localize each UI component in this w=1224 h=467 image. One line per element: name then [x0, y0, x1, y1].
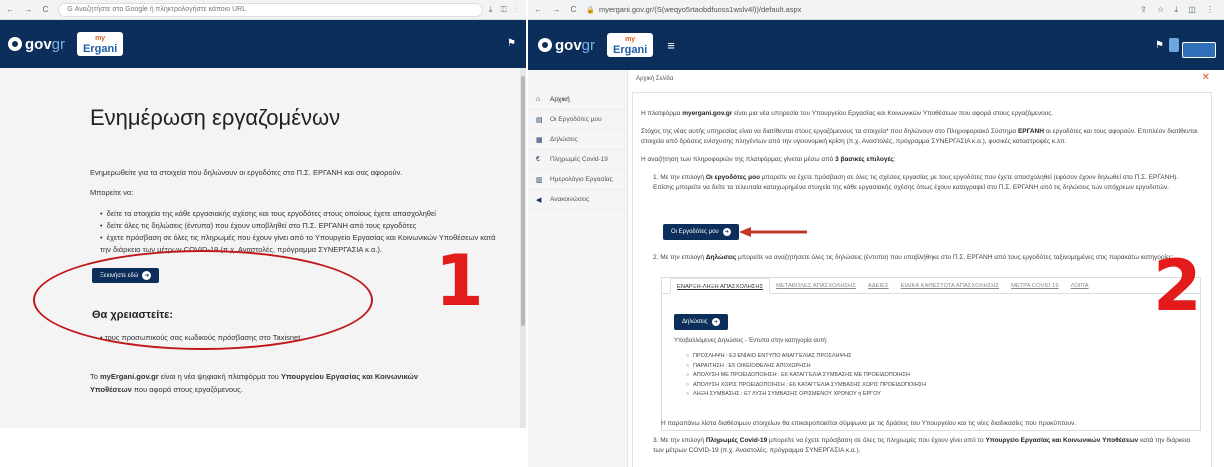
megaphone-icon: ◀ [536, 196, 542, 204]
breadcrumb[interactable]: Αρχική Σελίδα [636, 76, 673, 82]
declarations-button[interactable]: Δηλώσεις ➜ [674, 314, 728, 330]
user-menu-button[interactable] [1182, 42, 1216, 58]
govgr-logo[interactable]: gov gr [538, 37, 595, 54]
annotation-number-2: 2 [1153, 245, 1202, 327]
list-item: δείτε τα στοιχεία της κάθε εργασιακής σχ… [100, 208, 500, 220]
user-icon[interactable] [1169, 38, 1179, 52]
tab-leaves[interactable]: ΑΔΕΙΕΣ [862, 278, 895, 293]
browser-actions[interactable]: ⇪ ☆ ⤓ ◫ ⋮ [1140, 5, 1218, 15]
browser-actions[interactable]: ⤓ ◫ ⋮ [489, 5, 520, 15]
option3-text: 3. Με την επιλογή Πληρωμές Covid-19 μπορ… [653, 437, 1191, 454]
annotation-ellipse [33, 250, 373, 350]
scrollbar-thumb[interactable] [521, 76, 525, 326]
sidebar-item-home[interactable]: ⌂ Αρχική [528, 90, 627, 110]
arrow-right-icon: ➜ [711, 318, 720, 326]
option1-text: 1. Με την επιλογή Οι εργοδότες μου μπορε… [653, 174, 1179, 191]
tab-other[interactable]: ΛΟΙΠΑ [1065, 278, 1095, 293]
sidebar-item-work-calendar[interactable]: ▥ Ημερολόγιο Εργασίας [528, 170, 627, 190]
site-header: gov gr my Ergani ⚑ [0, 20, 526, 68]
can-label: Μπορείτε να: [90, 188, 134, 197]
myergani-logo[interactable]: my Ergani [77, 32, 124, 56]
list-item: ΛΗΞΗ ΣΥΜΒΑΣΗΣ : Ε7 ΛΥΣΗ ΣΥΜΒΑΣΗΣ ΟΡΙΣΜΕΝ… [686, 390, 926, 400]
flag-icon[interactable]: ⚑ [1155, 40, 1164, 51]
sidebar: ⌂ Αρχική ▤ Οι Εργοδότες μου ▦ Δηλώσεις € Πλη… [528, 70, 628, 467]
list-item: ΠΡΟΣΛΗΨΗ : Ε3 ΕΝΙΑΙΟ ΕΝΤΥΠΟ ΑΝΑΓΓΕΛΙΑΣ Π… [686, 352, 926, 362]
flag-icon[interactable]: ⚑ [507, 38, 516, 49]
address-bar[interactable]: G Αναζητήστε στο Google ή πληκτρολογήστε… [58, 2, 483, 17]
briefcase-icon: ▤ [536, 116, 543, 124]
right-screenshot: ← → C 🔒 myergani.gov.gr/(S(weqyo5rtaobdf… [528, 0, 1224, 467]
site-header: gov gr my Ergani ≡ ⚑ [528, 20, 1224, 70]
left-screenshot: ← → C G Αναζητήστε στο Google ή πληκτρολ… [0, 0, 526, 467]
list-item: ΑΠΟΛΥΣΗ ΜΕ ΠΡΟΕΙΔΟΠΟΙΗΣΗ : Ε6 ΚΑΤΑΓΓΕΛΙΑ… [686, 371, 926, 381]
govgr-emblem-icon [538, 38, 552, 52]
intro-text: Η πλατφόρμα myergani.gov.gr είναι μια νέ… [641, 110, 1054, 117]
home-icon: ⌂ [536, 96, 541, 103]
page-title: Ενημέρωση εργαζομένων [90, 105, 341, 130]
annotation-number-1: 1 [435, 240, 484, 322]
tab-start-end-employment[interactable]: ΕΝΑΡΞΗ-ΛΗΞΗ ΑΠΑΣΧΟΛΗΣΗΣ [670, 278, 771, 294]
tab-bar: ΕΝΑΡΞΗ-ΛΗΞΗ ΑΠΑΣΧΟΛΗΣΗΣ ΜΕΤΑΒΟΛΕΣ ΑΠΑΣΧΟ… [662, 278, 1200, 294]
footer-description: Το myErgani.gov.gr είναι η νέα ψηφιακή π… [90, 372, 419, 394]
govgr-logo[interactable]: gov gr [8, 36, 65, 53]
document-icon: ▦ [536, 136, 543, 144]
browser-toolbar: ← → C G Αναζητήστε στο Google ή πληκτρολ… [0, 0, 526, 20]
list-item: ΠΑΡΑΙΤΗΣΗ : Ε5 ΟΙΚΕΙΟΘΕΛΗΣ ΑΠΟΧΩΡΗΣΗ [686, 362, 926, 372]
lock-icon: 🔒 [586, 6, 595, 14]
browser-nav-icons[interactable]: ← → C [6, 5, 52, 14]
list-item: δείτε όλες τις δηλώσεις (έντυπα) που έχο… [100, 220, 500, 232]
tab-special-employment[interactable]: ΕΙΔΙΚΑ ΚΑΘΕΣΤΩΤΑ ΑΠΑΣΧΟΛΗΣΗΣ [895, 278, 1005, 293]
hamburger-menu-icon[interactable]: ≡ [667, 38, 675, 53]
main-content: Η πλατφόρμα myergani.gov.gr είναι μια νέ… [632, 92, 1212, 467]
purpose-text: Στόχος της νέας αυτής υπηρεσίας είναι να… [641, 128, 1198, 145]
calendar-icon: ▥ [536, 176, 543, 184]
list-item: ΑΠΟΛΥΣΗ ΧΩΡΙΣ ΠΡΟΕΙΔΟΠΟΙΗΣΗ : Ε6 ΚΑΤΑΓΓΕ… [686, 381, 926, 391]
option2-text: 2. Με την επιλογή Δηλώσεις μπορείτε να α… [653, 254, 1174, 261]
sidebar-item-declarations[interactable]: ▦ Δηλώσεις [528, 130, 627, 150]
euro-icon: € [536, 156, 540, 163]
my-employers-button[interactable]: Οι Εργοδότες μου ➜ [663, 224, 739, 240]
annotation-arrow [739, 227, 807, 237]
browser-nav-icons[interactable]: ← → C [534, 5, 580, 14]
address-bar[interactable]: myergani.gov.gr/(S(weqyo5rtaobdfuoss1wsl… [599, 5, 1140, 14]
declarations-tabs-panel: ΕΝΑΡΞΗ-ΛΗΞΗ ΑΠΑΣΧΟΛΗΣΗΣ ΜΕΤΑΒΟΛΕΣ ΑΠΑΣΧΟ… [661, 277, 1201, 431]
sidebar-item-covid-payments[interactable]: € Πληρωμές Covid-19 [528, 150, 627, 170]
tab-employment-changes[interactable]: ΜΕΤΑΒΟΛΕΣ ΑΠΑΣΧΟΛΗΣΗΣ [770, 278, 862, 293]
browser-toolbar: ← → C 🔒 myergani.gov.gr/(S(weqyo5rtaobdf… [528, 0, 1224, 20]
arrow-right-icon: ➜ [722, 228, 731, 236]
close-icon[interactable]: ✕ [1202, 72, 1210, 83]
govgr-emblem-icon [8, 37, 22, 51]
submitted-forms-label: Υποβαλλόμενες Δηλώσεις - Έντυπα στην κατ… [674, 338, 828, 344]
search-text: Η αναζήτηση των πληροφοριών της πλατφόρμ… [641, 156, 896, 163]
list-note: Η παραπάνω λίστα διαθέσιμων στοιχείων θα… [661, 420, 1077, 427]
page-description: Ενημερωθείτε για τα στοιχεία που δηλώνου… [90, 168, 403, 177]
scrollbar[interactable] [520, 68, 526, 428]
myergani-logo[interactable]: my Ergani [607, 33, 654, 57]
tab-covid-measures[interactable]: ΜΕΤΡΑ COVID-19 [1005, 278, 1065, 293]
sidebar-item-employers[interactable]: ▤ Οι Εργοδότες μου [528, 110, 627, 130]
forms-list: ΠΡΟΣΛΗΨΗ : Ε3 ΕΝΙΑΙΟ ΕΝΤΥΠΟ ΑΝΑΓΓΕΛΙΑΣ Π… [686, 352, 926, 400]
sidebar-item-announcements[interactable]: ◀ Ανακοινώσεις [528, 190, 627, 210]
